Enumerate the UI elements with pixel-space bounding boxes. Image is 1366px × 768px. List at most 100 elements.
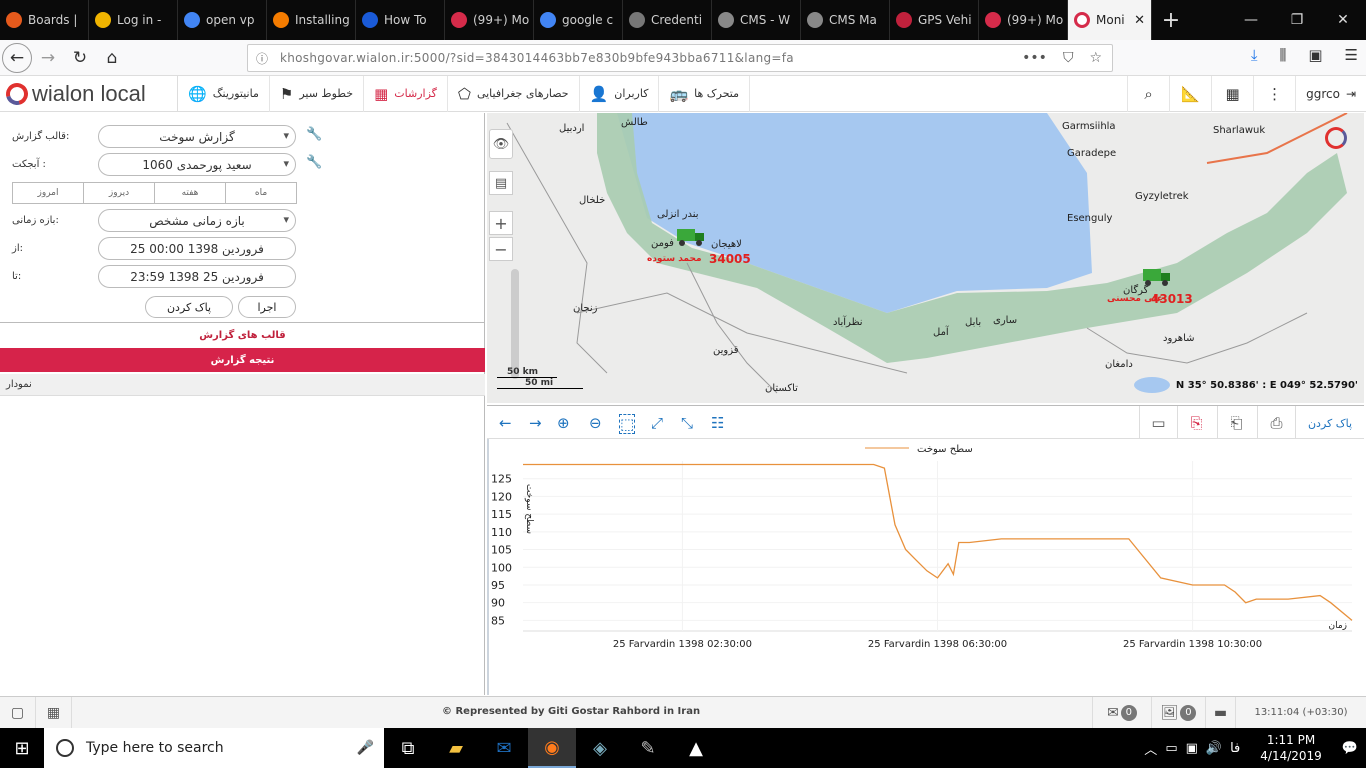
wrench-icon[interactable]: 🔧 — [306, 155, 322, 170]
zoom-slider[interactable] — [511, 269, 519, 379]
page-actions-icon[interactable]: ••• — [1022, 50, 1047, 66]
new-tab-button[interactable]: + — [1152, 8, 1190, 33]
arrow-right-icon[interactable]: → — [529, 414, 542, 432]
browser-tab[interactable]: CMS Ma — [801, 0, 890, 40]
export-icon[interactable]: ⎗ — [1217, 406, 1255, 440]
library-icon[interactable]: ⫼ — [1279, 46, 1286, 64]
menu-item-report[interactable]: ▦ گزارشات — [364, 75, 448, 112]
browser-tab[interactable]: Installing — [267, 0, 356, 40]
menu-item-flag[interactable]: ⚑ خطوط سیر — [270, 75, 365, 112]
bookmark-star-icon[interactable]: ☆ — [1089, 50, 1102, 66]
browser-tab[interactable]: Boards | — [0, 0, 89, 40]
hamburger-menu-icon[interactable]: ☰ — [1345, 46, 1358, 64]
browser-tab[interactable]: Credenti — [623, 0, 712, 40]
period-week[interactable]: هفته — [155, 183, 226, 203]
chevron-up-icon[interactable]: ︿ — [1144, 739, 1157, 758]
wrench-icon[interactable]: 🔧 — [306, 127, 322, 142]
menu-item-user[interactable]: 👤 کاربران — [580, 75, 660, 112]
apps-grid-icon[interactable]: ▦ — [1211, 75, 1253, 112]
app-icon[interactable]: ✎ — [624, 728, 672, 768]
browser-tab[interactable]: google c — [534, 0, 623, 40]
photos-icon[interactable]: ▲ — [672, 728, 720, 768]
home-icon[interactable]: ⌂ — [96, 42, 128, 74]
map-layers-icon[interactable]: ▤ — [489, 171, 513, 195]
browser-tab[interactable]: (99+) Mo — [979, 0, 1068, 40]
menu-item-bus[interactable]: 🚌 متحرک ها — [659, 75, 751, 112]
file-explorer-icon[interactable]: ▰ — [432, 728, 480, 768]
user-menu[interactable]: ggrco ⇥ — [1295, 75, 1366, 112]
to-date-field[interactable]: 23:59 1398 فروردین 25 — [98, 265, 296, 288]
messages-indicator[interactable]: ✉ 0 — [1092, 696, 1152, 729]
network-icon[interactable]: ▣ — [1186, 741, 1198, 756]
sidebar-icon[interactable]: ▣ — [1308, 46, 1322, 64]
battery-icon[interactable]: ▭ — [1165, 741, 1177, 756]
print-icon[interactable]: ⎙ — [1257, 406, 1295, 440]
period-yesterday[interactable]: دیروز — [84, 183, 155, 203]
ruler-icon[interactable]: 📐 — [1169, 75, 1211, 112]
from-date-field[interactable]: 25 فروردین 1398 00:00 — [98, 237, 296, 260]
url-text[interactable]: khoshgovar.wialon.ir:5000/?sid=384301446… — [280, 51, 794, 65]
firefox-icon[interactable]: ◉ — [528, 728, 576, 768]
taskbar-search[interactable]: Type here to search 🎤 — [44, 728, 384, 768]
browser-tab[interactable]: CMS - W — [712, 0, 801, 40]
chart-list-item[interactable]: نمودار — [0, 374, 485, 396]
browser-tab[interactable]: GPS Vehi — [890, 0, 979, 40]
search-icon[interactable]: ⌕ — [1127, 75, 1169, 112]
zoom-in-icon[interactable]: ⊕ — [557, 414, 570, 432]
zoom-out-icon[interactable]: ⊖ — [589, 414, 602, 432]
tab-active[interactable]: Moni ✕ — [1068, 0, 1152, 40]
zoom-out-button[interactable]: − — [489, 237, 513, 261]
pocket-icon[interactable]: ⛉ — [1063, 50, 1074, 66]
window-icon[interactable]: ▭ — [1139, 406, 1177, 440]
zoom-in-button[interactable]: + — [489, 211, 513, 235]
browser-tab[interactable]: How To — [356, 0, 445, 40]
chart-clear-button[interactable]: پاک کردن — [1295, 406, 1364, 440]
object-select[interactable]: 1060 سعید پورحمدی — [98, 153, 296, 176]
period-month[interactable]: ماه — [226, 183, 296, 203]
microphone-icon[interactable]: 🎤 — [357, 740, 374, 756]
interval-select[interactable]: بازه زمانی مشخص — [98, 209, 296, 232]
more-vert-icon[interactable]: ⋮ — [1253, 75, 1295, 112]
images-indicator[interactable]: 🖼 0 — [1152, 696, 1206, 729]
forward-icon[interactable]: → — [32, 42, 64, 74]
browser-tab[interactable]: Log in - — [89, 0, 178, 40]
fuel-chart[interactable]: 85 90 95 100 105 110 115 120 125 25 Farvardin 139… — [487, 439, 1364, 695]
notifications-icon[interactable]: 💬 — [1342, 741, 1358, 756]
truck-icon[interactable] — [1143, 267, 1171, 287]
arrow-left-icon[interactable]: ← — [499, 414, 512, 432]
panel-toggle-icon[interactable]: ▢ — [0, 696, 36, 729]
truck-icon[interactable] — [677, 227, 705, 247]
logout-icon[interactable]: ⇥ — [1346, 87, 1356, 101]
back-icon[interactable]: ← — [2, 42, 32, 73]
volume-icon[interactable]: 🔊 — [1206, 741, 1222, 756]
period-today[interactable]: امروز — [13, 183, 84, 203]
wialon-logo[interactable]: wialon local — [0, 75, 178, 112]
menu-item-geofence[interactable]: ⬠ حصارهای جغرافیایی — [448, 75, 580, 112]
browser-tab[interactable]: (99+) Mo — [445, 0, 534, 40]
map-view[interactable]: 👁 ▤ + − Garmsiihla Garadepe Esenguly Gyz… — [487, 113, 1364, 403]
list-icon[interactable]: ☷ — [711, 414, 724, 432]
taskbar-clock[interactable]: 1:11 PM 4/14/2019 — [1260, 732, 1322, 764]
download-icon[interactable]: ⤓ — [1251, 46, 1258, 64]
info-icon[interactable]: ⓘ — [256, 50, 268, 67]
maximize-icon[interactable]: ❐ — [1274, 12, 1320, 28]
windows-start-icon[interactable]: ⊞ — [0, 728, 44, 768]
template-select[interactable]: گزارش سوخت — [98, 125, 296, 148]
app-icon[interactable]: ◈ — [576, 728, 624, 768]
grid-toggle-icon[interactable]: ▦ — [36, 696, 72, 729]
close-window-icon[interactable]: ✕ — [1320, 12, 1366, 28]
fit-icon[interactable]: ⤡ — [681, 414, 693, 432]
zoom-x-icon[interactable]: ⤢ — [651, 414, 663, 432]
select-zoom-icon[interactable]: ⬚ — [619, 414, 636, 434]
templates-header[interactable]: قالب های گزارش — [0, 322, 485, 347]
outlook-icon[interactable]: ✉ — [480, 728, 528, 768]
vehicle-number[interactable]: 34005 — [709, 252, 751, 266]
clear-button[interactable]: پاک کردن — [145, 296, 233, 318]
pdf-icon[interactable]: ⎘ — [1177, 406, 1215, 440]
browser-tab[interactable]: open vp — [178, 0, 267, 40]
execute-button[interactable]: اجرا — [238, 296, 296, 318]
menu-item-globe[interactable]: 🌐 مانیتورینگ — [178, 75, 270, 112]
reload-icon[interactable]: ↻ — [64, 42, 96, 74]
visibility-eye-icon[interactable]: 👁 — [489, 129, 513, 159]
layout-icon[interactable]: ▬ — [1206, 696, 1236, 729]
